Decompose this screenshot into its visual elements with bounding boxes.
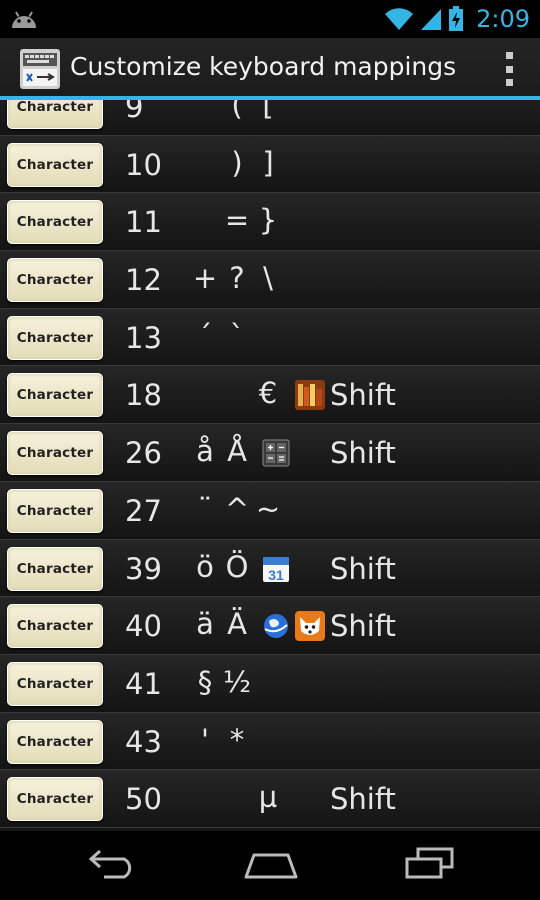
mapped-char-2: =	[224, 203, 250, 238]
list-item[interactable]: Character 41 § ½	[0, 654, 540, 713]
fox-app-icon	[295, 611, 325, 642]
mapped-char-1: å	[196, 434, 214, 469]
mapped-char-3: ~	[255, 491, 281, 526]
mapped-char-2: (	[231, 100, 243, 122]
battery-charging-icon	[449, 6, 464, 31]
key-code: 10	[125, 147, 162, 182]
list-item[interactable]: Character 26 å Å Shift	[0, 424, 540, 482]
mapped-char-2: Ö	[225, 549, 249, 584]
status-bar: 2:09	[0, 0, 540, 38]
signal-icon	[421, 9, 442, 30]
status-clock: 2:09	[476, 5, 530, 33]
mapped-char-1: ä	[196, 607, 214, 642]
character-button[interactable]: Character	[7, 142, 103, 187]
character-button[interactable]: Character	[7, 777, 103, 822]
mapped-char-2: ½	[222, 664, 252, 699]
mapped-char-3: µ	[258, 780, 278, 815]
key-code: 18	[125, 378, 162, 413]
mapped-char-1: ¨	[197, 491, 213, 526]
home-icon[interactable]	[244, 847, 298, 879]
keyboard-usb-icon[interactable]	[20, 49, 60, 89]
action-bar: Customize keyboard mappings	[0, 38, 540, 100]
mapped-char-2: ?	[229, 261, 245, 296]
character-button[interactable]: Character	[7, 373, 103, 418]
shift-label: Shift	[330, 436, 396, 471]
back-icon[interactable]	[88, 847, 138, 879]
mapped-char-1: ´	[197, 318, 213, 353]
list-item[interactable]: Character 13 ´ `	[0, 308, 540, 367]
character-button[interactable]: Character	[7, 546, 103, 591]
key-code: 26	[125, 436, 162, 471]
key-code: 9	[125, 100, 144, 124]
shift-label: Shift	[330, 609, 396, 644]
character-button[interactable]: Character	[7, 258, 103, 303]
key-code: 41	[125, 666, 162, 701]
character-button[interactable]: Character	[7, 100, 103, 129]
shift-label: Shift	[330, 378, 396, 413]
mapped-char-2: ^	[224, 491, 250, 526]
mapped-char-1: §	[197, 664, 213, 699]
mapped-char-2: Å	[227, 434, 247, 469]
key-code: 50	[125, 782, 162, 817]
key-code: 40	[125, 609, 162, 644]
mapped-char-1: +	[192, 261, 218, 296]
character-button[interactable]: Character	[7, 604, 103, 649]
character-button[interactable]: Character	[7, 661, 103, 706]
mapped-char-3: }	[258, 203, 278, 238]
svg-text:31: 31	[268, 567, 284, 583]
mapped-char-2: )	[231, 145, 243, 180]
mapped-char-1: ö	[196, 549, 214, 584]
key-code: 39	[125, 551, 162, 586]
overflow-menu-icon[interactable]	[504, 52, 514, 86]
mapped-char-2: *	[229, 722, 245, 757]
key-code: 27	[125, 493, 162, 528]
list-item[interactable]: Character 50 µ Shift	[0, 770, 540, 828]
recent-apps-icon[interactable]	[404, 847, 456, 879]
key-code: 12	[125, 263, 162, 298]
android-icon	[12, 11, 36, 28]
mapped-char-3: €	[258, 376, 278, 411]
mapped-char-2: `	[229, 318, 245, 353]
calendar-app-icon: 31	[261, 554, 291, 584]
mapped-char-2: Ä	[227, 607, 247, 642]
books-app-icon	[295, 380, 325, 411]
key-code: 43	[125, 724, 162, 759]
navigation-bar	[0, 831, 540, 900]
calculator-app-icon	[261, 438, 291, 468]
character-button[interactable]: Character	[7, 315, 103, 360]
mapping-list[interactable]: Character 9([Character 10)] Character 11 =} Ch…	[0, 100, 540, 831]
list-item[interactable]: Character 43 ' *	[0, 712, 540, 771]
mapped-char-1: '	[201, 722, 209, 757]
mapped-char-3: ]	[262, 145, 274, 180]
mapped-char-3: [	[262, 100, 274, 122]
character-button[interactable]: Character	[7, 431, 103, 476]
shift-label: Shift	[330, 782, 396, 817]
list-item[interactable]: Character 40 ä Ä Shift	[0, 597, 540, 655]
list-item[interactable]: Character 12 +? \	[0, 251, 540, 309]
list-item[interactable]: Character 11 =}	[0, 193, 540, 252]
character-button[interactable]: Character	[7, 488, 103, 533]
wifi-icon	[385, 8, 414, 31]
list-item[interactable]: Character 39 ö Ö 31 Shift	[0, 539, 540, 598]
list-item[interactable]: Character 18 € Shift	[0, 366, 540, 425]
list-item[interactable]: Character 9 ( [	[0, 100, 540, 136]
page-title: Customize keyboard mappings	[70, 52, 457, 81]
key-code: 11	[125, 205, 162, 240]
list-item[interactable]: Character 27 ¨ ^ ~	[0, 481, 540, 540]
shift-label: Shift	[330, 551, 396, 586]
mapped-char-3: \	[263, 261, 273, 296]
character-button[interactable]: Character	[7, 719, 103, 764]
character-button[interactable]: Character	[7, 200, 103, 245]
list-item[interactable]: Character 10)]	[0, 135, 540, 194]
earth-app-icon	[261, 611, 291, 641]
key-code: 13	[125, 320, 162, 355]
